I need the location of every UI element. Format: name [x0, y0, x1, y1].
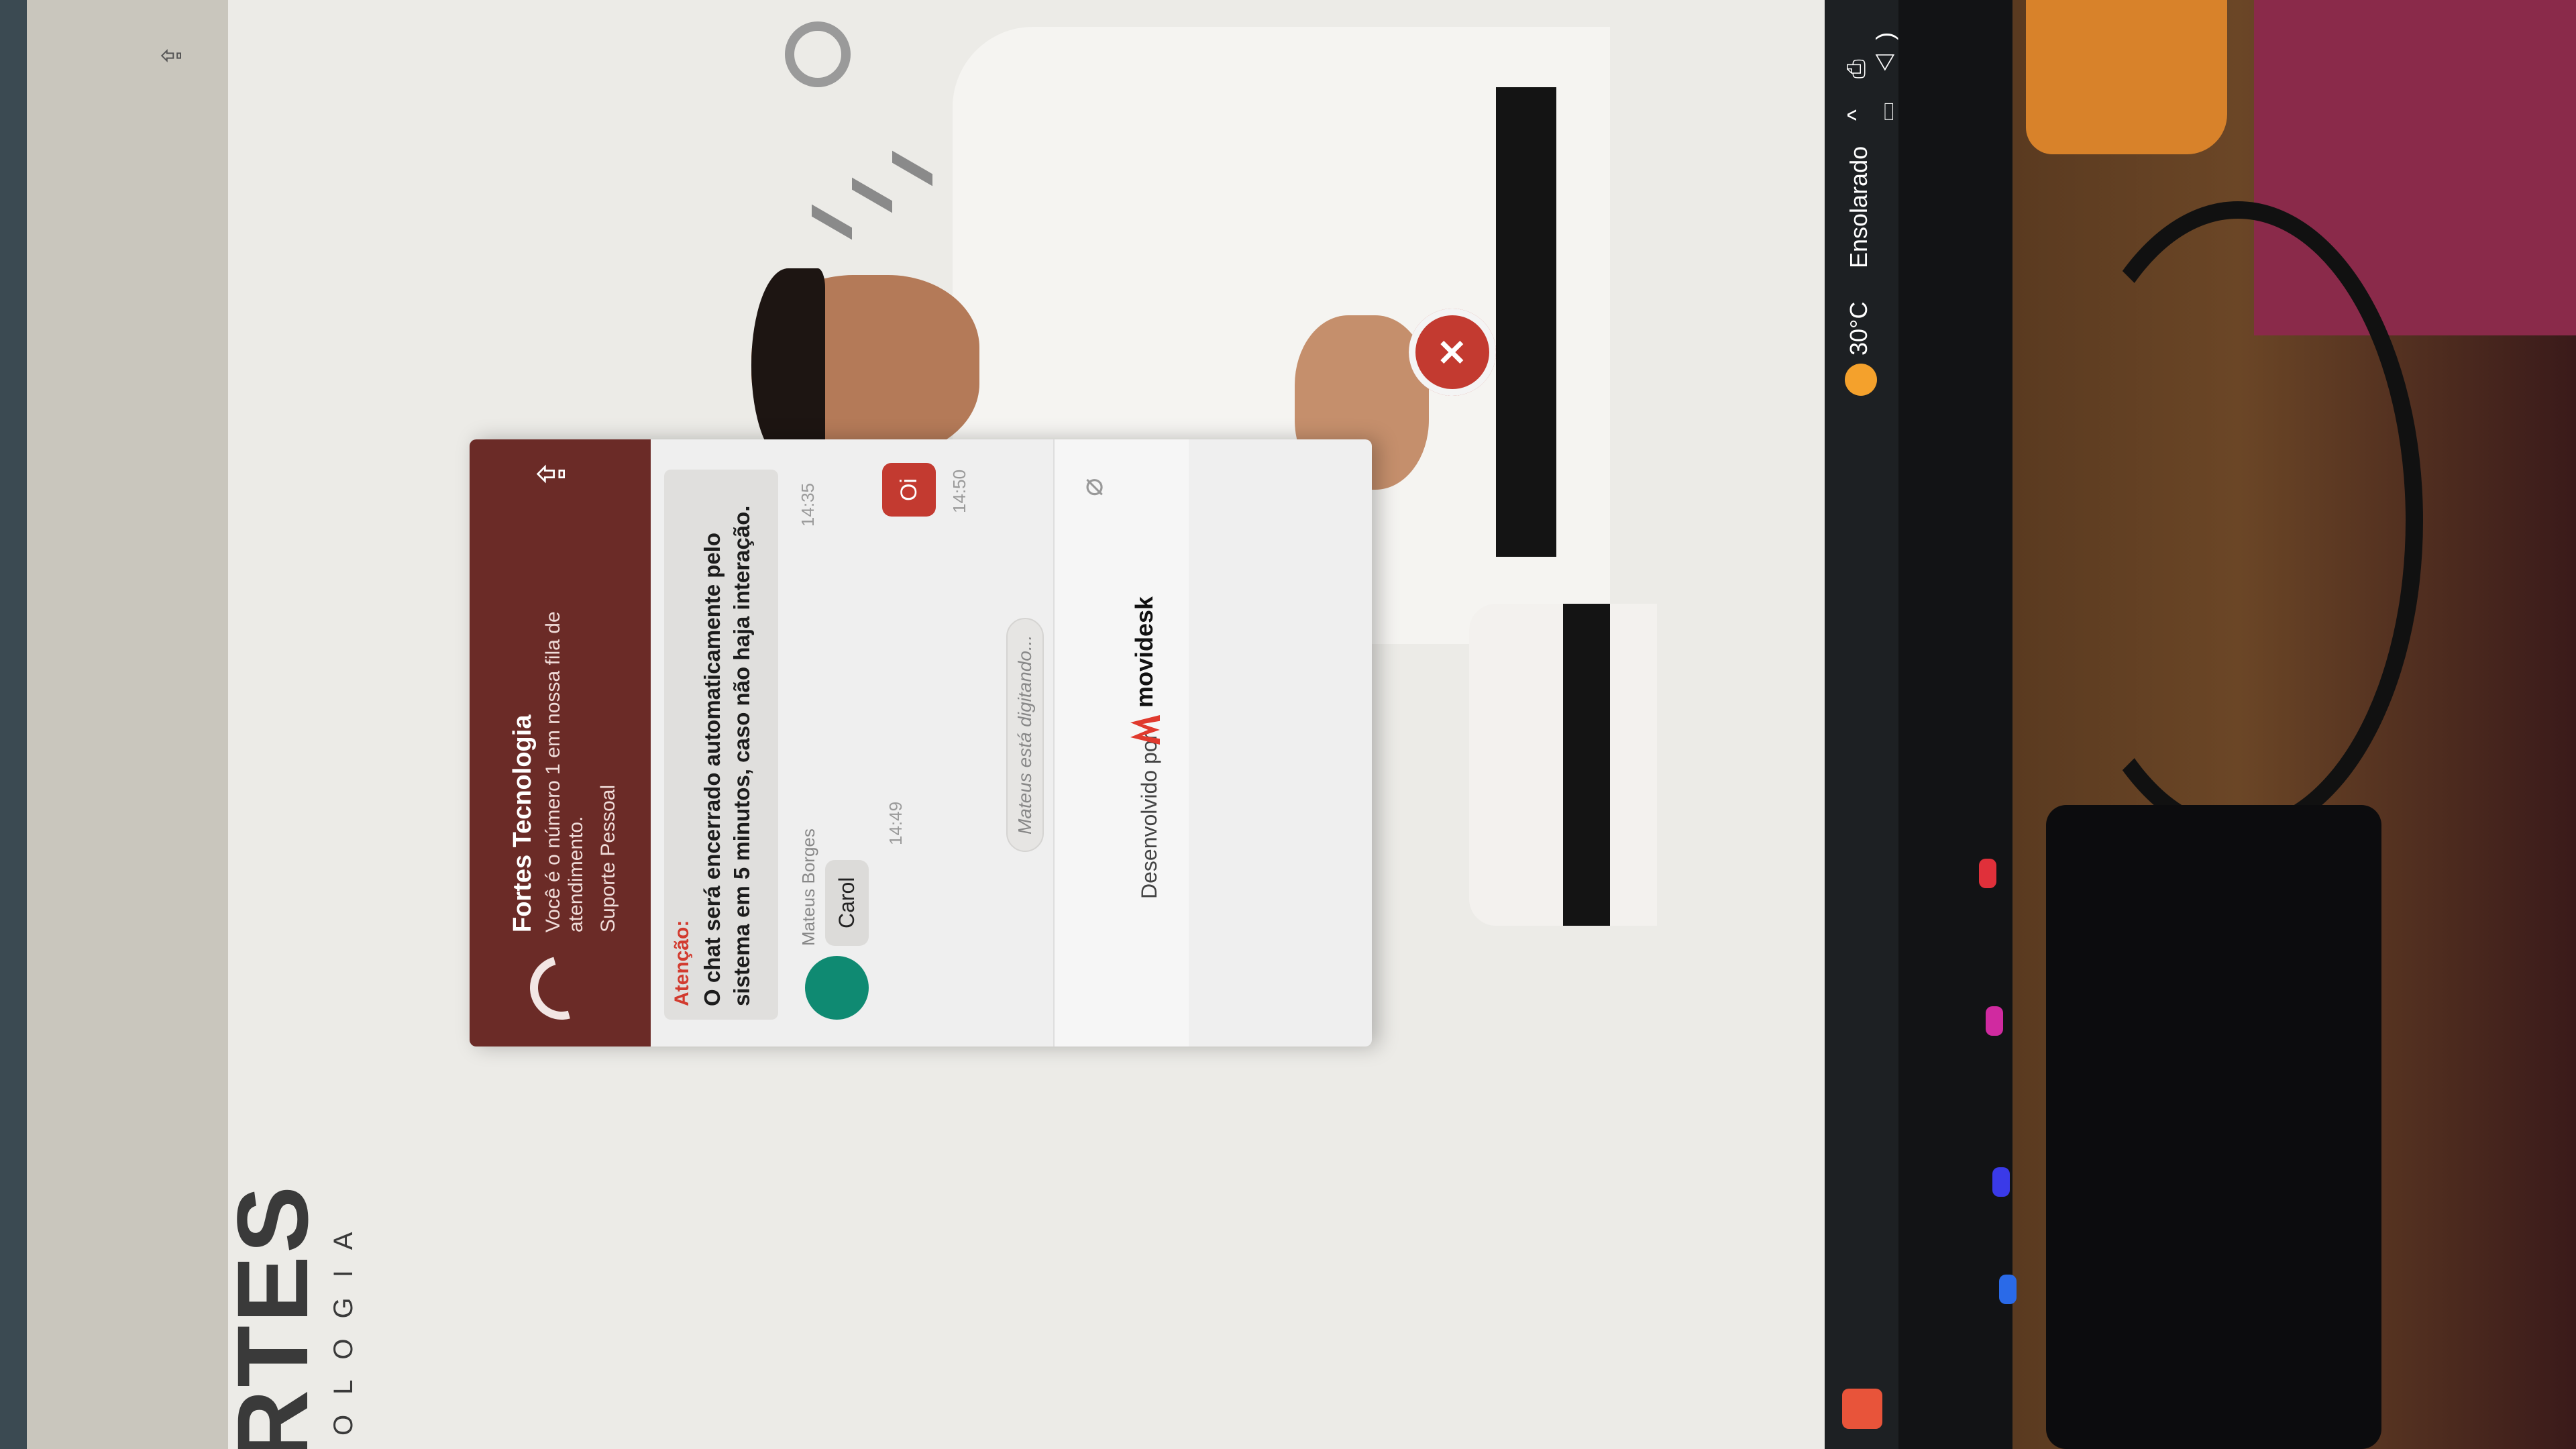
keyboard [2046, 805, 2381, 1449]
share-icon[interactable]: ⇪ [157, 44, 188, 67]
close-chat-button[interactable]: ✕ [1409, 309, 1496, 396]
person-vest [1496, 87, 1556, 557]
monitor-led [1986, 1006, 2003, 1036]
user-message: Oi [882, 463, 936, 517]
background-object [2026, 0, 2227, 154]
department-name: Suporte Pessoal [597, 784, 619, 932]
agent-avatar [805, 956, 869, 1020]
decorative-circle [785, 21, 851, 87]
weather-temperature[interactable]: 30°C [1845, 302, 1873, 356]
agent-message: Carol [825, 859, 869, 946]
decorative-slash [852, 177, 892, 213]
inactivity-notice: Atenção: O chat será encerrado automatic… [664, 470, 818, 1020]
message-input[interactable] [1053, 439, 1189, 1046]
notice-time: 14:35 [798, 483, 818, 527]
monitor-frame [1898, 0, 2012, 1449]
queue-position: Você é o número 1 em nossa fila de atend… [542, 611, 587, 932]
monitor-led [1979, 859, 1996, 888]
paperclip-icon[interactable]: ⌀ [1073, 478, 1110, 496]
weather-condition[interactable]: Ensolarado [1845, 146, 1873, 268]
export-icon[interactable]: ⇪ [530, 458, 574, 490]
powered-by-label: Desenvolvido por [1137, 733, 1161, 899]
chat-widget: Fortes Tecnologia Você é o número 1 em n… [470, 439, 1372, 1046]
agent-name: Mateus Borges [798, 828, 818, 946]
weather-sun-icon[interactable] [1845, 364, 1877, 396]
notice-text: O chat será encerrado automaticamente pe… [700, 505, 754, 1006]
taskbar-app-icon[interactable] [1842, 1389, 1882, 1429]
site-logo[interactable]: RTES [228, 1183, 331, 1449]
chat-header: Fortes Tecnologia Você é o número 1 em n… [470, 439, 651, 1046]
person-hair [751, 268, 825, 463]
agent-message-time: 14:49 [885, 801, 906, 845]
site-logo-subtitle: OLOGIA [329, 1212, 358, 1436]
chat-title: Fortes Tecnologia [508, 714, 537, 932]
browser-toolbar: ⇪ [27, 0, 228, 1449]
second-person-vest [1563, 604, 1610, 926]
monitor-led [1999, 1275, 2017, 1304]
company-avatar-icon [518, 944, 606, 1032]
typing-indicator: Mateus está digitando... [1006, 617, 1044, 852]
decorative-slash [812, 204, 852, 240]
cable [2053, 201, 2423, 840]
close-chat-icon: ✕ [1432, 337, 1473, 368]
website-page: RTES OLOGIA + Fortes Tecnologia Você é o… [228, 0, 1825, 1449]
monitor-bezel [0, 0, 27, 1449]
screen: RTES OLOGIA + Fortes Tecnologia Você é o… [228, 0, 1825, 1449]
taskbar-content: 30°C Ensolarado ^ ⎙ ▭ ◁) [1825, 0, 1898, 1449]
decorative-slash [892, 150, 932, 186]
system-tray-icons[interactable]: ^ ⎙ ▭ ◁) [1842, 0, 1900, 121]
monitor-led [1992, 1167, 2010, 1197]
user-message-time: 14:50 [949, 469, 969, 513]
movidesk-brand[interactable]: movidesk [1130, 596, 1159, 708]
notice-label: Atenção: [671, 920, 693, 1006]
